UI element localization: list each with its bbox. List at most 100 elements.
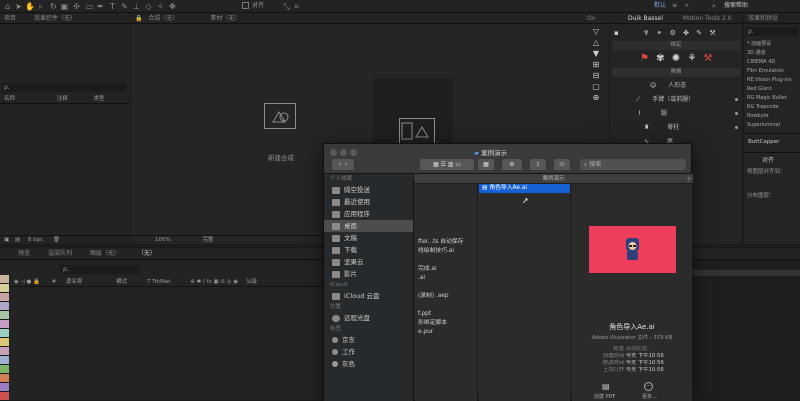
finder-file-item[interactable]: 线绘制技巧.ai — [415, 247, 477, 256]
new-comp-icon[interactable]: ▤ — [15, 237, 20, 243]
sidebar-item-favorite[interactable]: 应用程序 — [324, 208, 413, 220]
finder-file-item[interactable] — [415, 301, 477, 310]
label-color-swatch[interactable] — [0, 338, 9, 347]
label-color-swatch[interactable] — [0, 383, 9, 392]
sidebar-item-favorite[interactable]: 下载 — [324, 244, 413, 256]
brush-tool-icon[interactable]: ✎ — [120, 2, 129, 11]
zoom-window-icon[interactable] — [350, 149, 357, 156]
effects-list-item[interactable]: * 动画预设 — [744, 40, 800, 49]
label-color-swatch[interactable] — [0, 302, 9, 311]
sidebar-item-favorite[interactable]: 桌面 — [324, 220, 413, 232]
snap-icon[interactable]: ⤡ — [282, 2, 291, 11]
label-color-swatch[interactable] — [0, 356, 9, 365]
finder-file-item[interactable] — [415, 229, 477, 238]
tab-layers[interactable]: 图层（无） — [90, 250, 120, 257]
finder-file-item-selected[interactable]: ▤ 角色导入Ae.ai — [479, 184, 570, 193]
create-pdf-icon[interactable]: ▤ — [602, 382, 610, 391]
pan-behind-tool-icon[interactable]: ✣ — [72, 2, 81, 11]
workspace-more-icon[interactable]: » — [685, 1, 689, 11]
hand-tool-icon[interactable]: ✋ — [25, 2, 35, 11]
arrow-down-filled-icon[interactable]: ▼ — [588, 48, 604, 59]
col-type[interactable]: 类型 — [94, 96, 105, 102]
file-thumbnail[interactable] — [589, 226, 676, 273]
rectangle-tool-icon[interactable]: ▭ — [85, 2, 94, 11]
sidebar-item-tag[interactable]: 京东 — [324, 334, 413, 346]
effects-search-input[interactable]: ρ. — [746, 27, 798, 36]
new-folder-icon[interactable]: ▣ — [4, 237, 9, 243]
duik-tools-icon[interactable]: ✎ — [696, 29, 702, 37]
sidebar-item-favorite[interactable]: 影片 — [324, 268, 413, 280]
label-color-swatch[interactable] — [0, 275, 9, 284]
tab-motion-tools[interactable]: Motion Tools 2.0 — [683, 15, 731, 22]
tab-align[interactable]: 对齐 — [762, 155, 774, 164]
grid2-icon[interactable]: ⊟ — [588, 70, 604, 81]
tab-duik[interactable]: Duik Bassel — [628, 15, 663, 22]
sidebar-item-remote-disc[interactable]: 远程光盘 — [324, 312, 413, 324]
duik-row-spine[interactable]: ♜ 脊柱 — [610, 121, 742, 135]
effects-list-item[interactable]: RE:Vision Plug-ins — [744, 76, 800, 85]
duik-row-humanoid[interactable]: ☺ 人形态 — [610, 79, 742, 93]
label-color-swatch[interactable] — [0, 347, 9, 356]
finder-file-item[interactable] — [415, 283, 477, 292]
duik-ik-icon[interactable]: ✾ — [656, 53, 664, 64]
duik-auto-icon[interactable]: ⚙ — [670, 29, 676, 37]
search-help-input[interactable]: 搜索帮助 — [724, 1, 748, 11]
add-tags-field[interactable]: 添加标签... — [626, 346, 652, 352]
duik-row-leg[interactable]: ⌇ 腿 — [610, 107, 742, 121]
workspace-chevron-icon[interactable]: ≡ — [672, 1, 677, 11]
sidebar-item-tag[interactable]: 灰色 — [324, 358, 413, 370]
col-trkmat[interactable]: T TrkMat — [147, 279, 170, 285]
sidebar-item-favorite[interactable]: 隔空投送 — [324, 184, 413, 196]
tab-effect-controls[interactable]: 效果控件（无） — [34, 15, 76, 22]
workspace-default[interactable]: 默认 — [654, 1, 666, 11]
finder-file-item[interactable] — [415, 202, 477, 211]
zoom-tool-icon[interactable]: ⌕ — [36, 2, 45, 11]
finder-file-item[interactable]: 完成.ai — [415, 265, 477, 274]
tab-footage[interactable]: 素材（无） — [210, 15, 240, 22]
finder-file-item[interactable]: 形绑定脚本 — [415, 319, 477, 328]
duik-zero-icon[interactable]: ✺ — [672, 53, 680, 64]
duik-link-icon[interactable]: ⚭ — [657, 29, 663, 37]
finder-file-item[interactable]: .ai — [415, 274, 477, 283]
camera-tool-icon[interactable]: ▣ — [60, 2, 69, 11]
label-color-swatch[interactable] — [0, 311, 9, 320]
switches-icon[interactable]: ⊕ ✱ ∕ fx ▣ ⊘ ◎ ◉ — [190, 279, 238, 285]
timeline-search-input[interactable]: ρ. — [60, 265, 140, 274]
tab-effects-presets[interactable]: 效果和预设 — [748, 15, 778, 22]
col-mode[interactable]: 模式 — [116, 279, 127, 285]
effects-list-item[interactable]: CINEMA 4D — [744, 58, 800, 67]
label-color-swatch[interactable] — [0, 365, 9, 374]
home-icon[interactable]: ⌂ — [3, 2, 12, 11]
effects-list-item[interactable]: Superluminal — [744, 121, 800, 130]
effects-list-item[interactable]: RG Trapcode — [744, 103, 800, 112]
effects-list-item[interactable]: RG Magic Bullet — [744, 94, 800, 103]
col-source-name[interactable]: 源名称 — [66, 279, 83, 285]
finder-file-item[interactable]: e.pur — [415, 328, 477, 337]
duik-section-bind[interactable]: 绑定 — [612, 41, 740, 50]
finder-file-item[interactable] — [415, 184, 477, 193]
time-ruler[interactable] — [693, 270, 800, 276]
arrow-down-icon[interactable]: ▽ — [588, 26, 604, 37]
label-color-swatch[interactable] — [0, 329, 9, 338]
pen-tool-icon[interactable]: ✒ — [96, 2, 105, 11]
finder-file-item[interactable] — [415, 193, 477, 202]
label-color-swatch[interactable] — [0, 284, 9, 293]
add-tab-icon[interactable]: + — [686, 174, 692, 184]
finder-file-item[interactable]: (录制) .aep — [415, 292, 477, 301]
timeline-graph-area[interactable] — [693, 260, 800, 400]
tab-composition[interactable]: 合成（无） — [148, 15, 178, 22]
new-comp-label[interactable]: 新建合成 — [261, 152, 301, 162]
add-frame-icon[interactable]: ⊕ — [588, 92, 604, 103]
duik-menu-icon[interactable]: ▪ — [614, 29, 619, 37]
eraser-tool-icon[interactable]: ◇ — [144, 2, 153, 11]
sidebar-item-tag[interactable]: 工作 — [324, 346, 413, 358]
finder-search-input[interactable]: ⌕ 搜索 — [580, 159, 686, 170]
finder-file-item[interactable] — [415, 220, 477, 229]
tab-none[interactable]: （无） — [138, 250, 156, 257]
project-search-input[interactable]: ρ. — [2, 83, 126, 92]
tab-render-queue[interactable]: 渲染队列 — [48, 250, 72, 257]
snap-options-icon[interactable]: ⌗ — [292, 2, 301, 11]
grid-icon[interactable]: ⊞ — [588, 59, 604, 70]
puppet-tool-icon[interactable]: ✥ — [168, 2, 177, 11]
share-button[interactable]: ⇪ — [530, 159, 546, 170]
